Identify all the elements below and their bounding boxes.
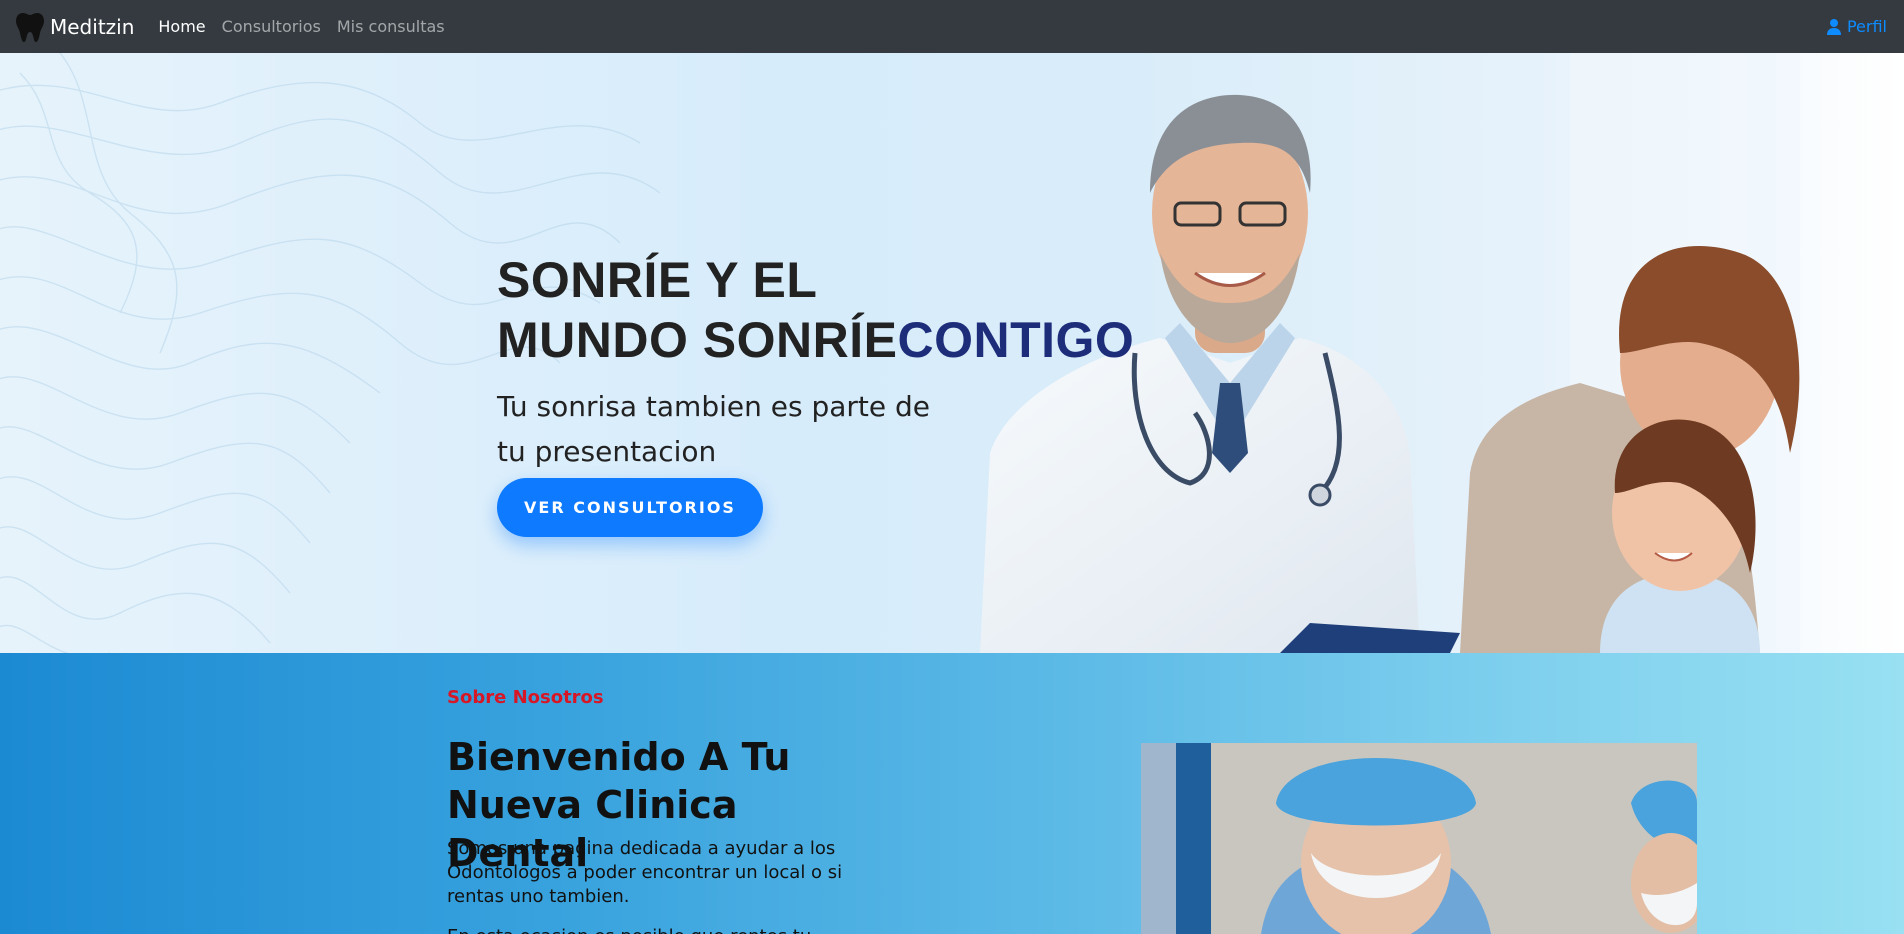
brand-link[interactable]: Meditzin bbox=[16, 12, 134, 42]
ver-consultorios-button[interactable]: VER CONSULTORIOS bbox=[497, 478, 763, 537]
hero-content: SONRÍE Y EL MUNDO SONRÍECONTIGO Tu sonri… bbox=[497, 250, 1197, 537]
about-photo-dentists bbox=[1141, 743, 1697, 934]
hero-section: SONRÍE Y EL MUNDO SONRÍECONTIGO Tu sonri… bbox=[0, 53, 1904, 653]
nav-mis-consultas[interactable]: Mis consultas bbox=[329, 9, 453, 44]
top-navbar: Meditzin Home Consultorios Mis consultas… bbox=[0, 0, 1904, 53]
nav-home[interactable]: Home bbox=[150, 9, 213, 44]
hero-title: SONRÍE Y EL MUNDO SONRÍECONTIGO bbox=[497, 250, 1197, 370]
profile-label: Perfil bbox=[1846, 17, 1887, 36]
hero-title-accent: CONTIGO bbox=[897, 312, 1135, 368]
nav-consultorios[interactable]: Consultorios bbox=[214, 9, 329, 44]
hero-title-line2: MUNDO SONRÍE bbox=[497, 312, 898, 368]
tooth-icon bbox=[16, 12, 44, 42]
about-text: Somos una pagina dedicada a ayudar a los… bbox=[447, 838, 843, 907]
about-text-2: En esta ocasion es posible que rentes tu bbox=[447, 925, 867, 934]
hero-subtitle: Tu sonrisa tambien es parte de tu presen… bbox=[497, 390, 931, 468]
about-kicker: Sobre Nosotros bbox=[447, 687, 604, 708]
brand-name: Meditzin bbox=[50, 14, 135, 39]
profile-link[interactable]: Perfil bbox=[1826, 0, 1887, 53]
hero-title-line1: SONRÍE Y EL bbox=[497, 252, 818, 308]
nav-links: Home Consultorios Mis consultas bbox=[150, 9, 452, 44]
about-section: Sobre Nosotros Bienvenido A Tu Nueva Cli… bbox=[0, 653, 1904, 934]
user-icon bbox=[1826, 18, 1841, 35]
